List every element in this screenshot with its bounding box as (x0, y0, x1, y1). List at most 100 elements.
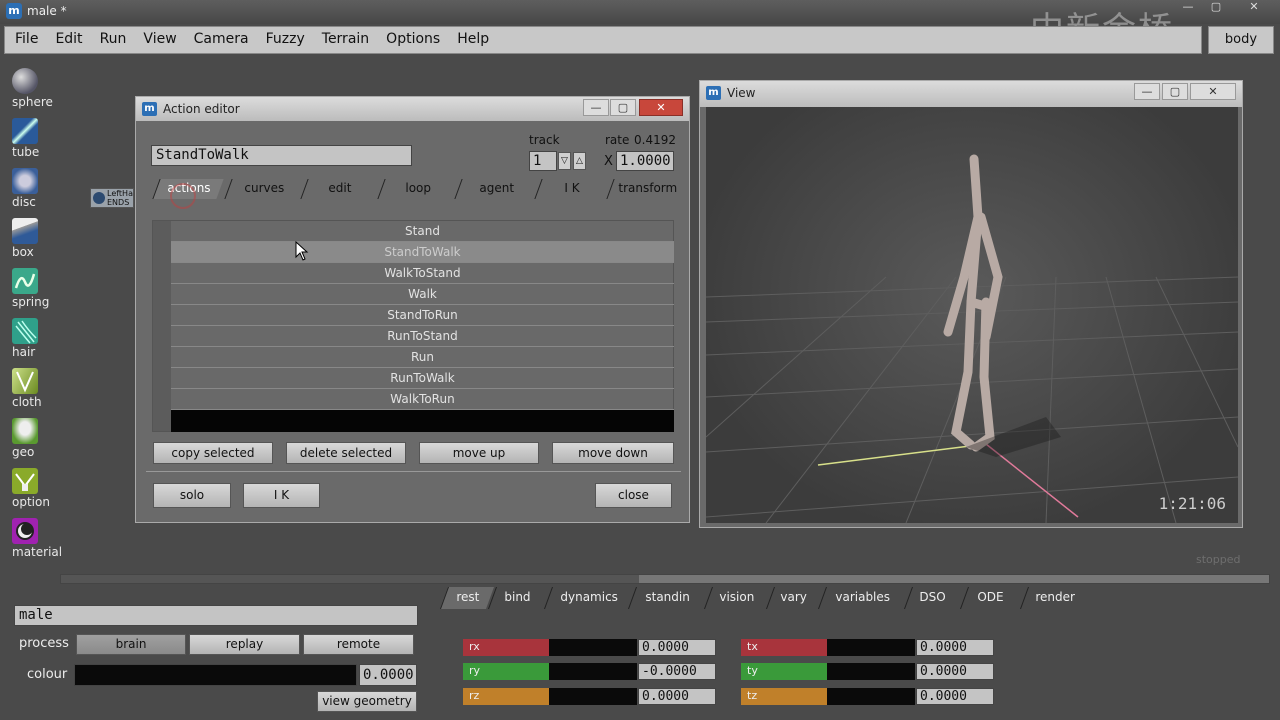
tool-sphere[interactable]: sphere (4, 64, 54, 114)
tz-value-field[interactable]: 0.0000 (916, 688, 994, 705)
option-icon (12, 468, 38, 494)
tab-variables[interactable]: variables (817, 587, 907, 609)
track-up-button[interactable]: △ (573, 152, 586, 170)
horizontal-scrollbar[interactable] (60, 574, 1270, 584)
tool-label: spring (12, 295, 50, 309)
tab-ode[interactable]: ODE (959, 587, 1021, 609)
rx-slider[interactable] (549, 639, 637, 656)
tool-material[interactable]: material (4, 514, 62, 564)
ik-button[interactable]: I K (243, 483, 320, 508)
list-item[interactable]: Stand (171, 221, 674, 242)
brain-button[interactable]: brain (76, 634, 186, 655)
hand-node[interactable]: LeftHa ENDS (90, 188, 134, 208)
colour-value-field[interactable]: 0.0000 (359, 664, 417, 686)
cursor-click-indicator (170, 183, 196, 209)
tab-render[interactable]: render (1019, 587, 1089, 609)
tab-ik[interactable]: I K (534, 179, 608, 199)
tool-hair[interactable]: hair (4, 314, 54, 364)
tab-vision[interactable]: vision (703, 587, 769, 609)
copy-selected-button[interactable]: copy selected (153, 442, 273, 464)
tab-curves[interactable]: curves (224, 179, 302, 199)
list-item[interactable]: StandToRun (171, 305, 674, 326)
menu-view[interactable]: View (133, 27, 183, 53)
list-item[interactable]: RunToStand (171, 326, 674, 347)
view-maximize-button[interactable]: ▢ (1162, 83, 1188, 100)
maximize-button[interactable]: ▢ (1204, 0, 1228, 16)
tab-transform[interactable]: transform (606, 179, 688, 199)
list-item[interactable]: RunToWalk (171, 368, 674, 389)
action-editor-titlebar[interactable]: m Action editor — ▢ ✕ (136, 97, 689, 121)
view-minimize-button[interactable]: — (1134, 83, 1160, 100)
tab-dynamics[interactable]: dynamics (543, 587, 633, 609)
panel-minimize-button[interactable]: — (583, 99, 609, 116)
tab-dso[interactable]: DSO (903, 587, 961, 609)
3d-viewport[interactable]: 1:21:06 (706, 107, 1238, 523)
list-item[interactable]: WalkToStand (171, 263, 674, 284)
menu-options[interactable]: Options (376, 27, 447, 53)
scrollbar-thumb[interactable] (639, 575, 1269, 583)
close-button[interactable]: ✕ (1242, 0, 1266, 16)
ry-slider[interactable] (549, 663, 637, 680)
tool-geo[interactable]: geo (4, 414, 54, 464)
tool-cloth[interactable]: cloth (4, 364, 54, 414)
menu-file[interactable]: File (5, 27, 45, 53)
delete-selected-button[interactable]: delete selected (286, 442, 406, 464)
tool-box[interactable]: box (4, 214, 54, 264)
tool-disc[interactable]: disc (4, 164, 54, 214)
body-button[interactable]: body (1208, 26, 1274, 54)
rz-value-field[interactable]: 0.0000 (638, 688, 716, 705)
view-geometry-button[interactable]: view geometry (317, 691, 417, 712)
agent-name-field[interactable]: male (14, 605, 418, 626)
tool-label: box (12, 245, 34, 259)
close-editor-button[interactable]: close (595, 483, 672, 508)
list-item-selected[interactable]: StandToWalk (171, 242, 674, 263)
tab-agent[interactable]: agent (454, 179, 538, 199)
tab-rest[interactable]: rest (439, 587, 495, 609)
rx-value-field[interactable]: 0.0000 (638, 639, 716, 656)
minimize-button[interactable]: — (1176, 0, 1200, 16)
menu-fuzzy[interactable]: Fuzzy (256, 27, 312, 53)
tool-spring[interactable]: spring (4, 264, 54, 314)
panel-maximize-button[interactable]: ▢ (610, 99, 636, 116)
tab-loop[interactable]: loop (377, 179, 457, 199)
replay-button[interactable]: replay (189, 634, 300, 655)
panel-close-button[interactable]: ✕ (639, 99, 683, 116)
rz-slider[interactable] (549, 688, 637, 705)
timecode-display: 1:21:06 (1158, 494, 1226, 513)
menu-edit[interactable]: Edit (45, 27, 89, 53)
x-scale-field[interactable]: 1.0000 (616, 151, 674, 171)
tab-edit[interactable]: edit (300, 179, 378, 199)
tx-slider[interactable] (827, 639, 915, 656)
tab-standin[interactable]: standin (627, 587, 707, 609)
menu-run[interactable]: Run (90, 27, 134, 53)
window-titlebar: m male * 中新金桥 — ▢ ✕ (0, 0, 1280, 50)
tool-option[interactable]: option (4, 464, 54, 514)
view-titlebar[interactable]: m View — ▢ ✕ (700, 81, 1242, 107)
list-item[interactable]: WalkToRun (171, 389, 674, 410)
track-down-button[interactable]: ▽ (558, 152, 571, 170)
solo-button[interactable]: solo (153, 483, 231, 508)
list-item[interactable]: Run (171, 347, 674, 368)
tool-palette: sphere tube disc box spring hair cloth g… (4, 64, 62, 564)
ty-slider[interactable] (827, 663, 915, 680)
tx-value-field[interactable]: 0.0000 (916, 639, 994, 656)
tab-bind[interactable]: bind (487, 587, 547, 609)
move-up-button[interactable]: move up (419, 442, 539, 464)
tab-vary[interactable]: vary (765, 587, 821, 609)
tz-slider[interactable] (827, 688, 915, 705)
ty-value-field[interactable]: 0.0000 (916, 663, 994, 680)
colour-swatch[interactable] (74, 664, 357, 686)
move-down-button[interactable]: move down (552, 442, 674, 464)
tool-tube[interactable]: tube (4, 114, 54, 164)
menu-help[interactable]: Help (447, 27, 496, 53)
ry-value-field[interactable]: -0.0000 (638, 663, 716, 680)
list-item[interactable]: Walk (171, 284, 674, 305)
view-close-button[interactable]: ✕ (1190, 83, 1236, 100)
track-field[interactable]: 1 (529, 151, 557, 171)
menu-camera[interactable]: Camera (184, 27, 256, 53)
remote-button[interactable]: remote (303, 634, 414, 655)
action-name-field[interactable]: StandToWalk (151, 145, 412, 166)
menu-terrain[interactable]: Terrain (312, 27, 376, 53)
tz-label: tz (741, 688, 827, 705)
tool-label: tube (12, 145, 40, 159)
